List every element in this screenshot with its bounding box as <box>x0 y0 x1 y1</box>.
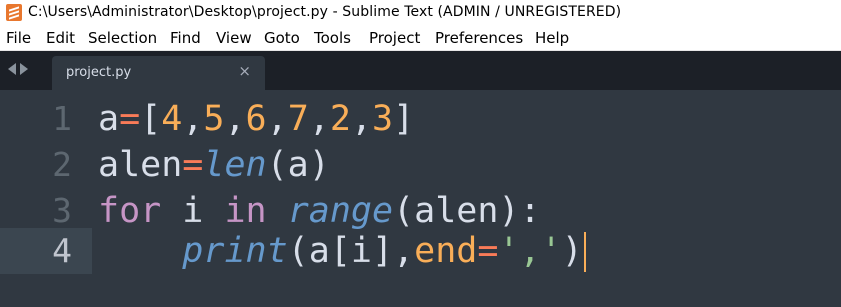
sublime-text-logo-icon <box>6 4 22 21</box>
menu-goto[interactable]: Goto <box>264 29 300 47</box>
tab-scroll-left-icon[interactable] <box>8 63 16 75</box>
tab-bar: project.py × <box>0 51 841 90</box>
menu-find[interactable]: Find <box>170 29 201 47</box>
title-bar: C:\Users\Administrator\Desktop\project.p… <box>0 0 841 26</box>
code-text: a=[4,5,6,7,2,3] <box>98 99 415 139</box>
code-text: print(a[i],end=',') <box>98 228 586 274</box>
menu-tools[interactable]: Tools <box>314 29 351 47</box>
menu-bar: File Edit Selection Find View Goto Tools… <box>0 26 841 51</box>
tab-scroll-right-icon[interactable] <box>20 63 28 75</box>
window-title: C:\Users\Administrator\Desktop\project.p… <box>28 4 622 20</box>
line-number: 4 <box>52 231 72 270</box>
menu-help[interactable]: Help <box>535 29 569 47</box>
menu-file[interactable]: File <box>6 29 31 47</box>
close-icon[interactable]: × <box>238 62 251 80</box>
code-line-current: 4 print(a[i],end=',') <box>0 228 841 274</box>
menu-view[interactable]: View <box>216 29 252 47</box>
line-number: 1 <box>52 99 72 138</box>
menu-preferences[interactable]: Preferences <box>435 29 523 47</box>
code-line: 1 a=[4,5,6,7,2,3] <box>0 96 841 142</box>
line-number: 2 <box>52 145 72 184</box>
code-line: 2 alen=len(a) <box>0 142 841 188</box>
tab-project-py[interactable]: project.py × <box>52 56 265 90</box>
code-text: alen=len(a) <box>98 145 330 185</box>
text-cursor <box>583 232 586 272</box>
menu-edit[interactable]: Edit <box>46 29 75 47</box>
code-editor[interactable]: 1 a=[4,5,6,7,2,3] 2 alen=len(a) 3 for i … <box>0 90 841 307</box>
menu-project[interactable]: Project <box>369 29 420 47</box>
tab-label: project.py <box>66 65 132 80</box>
tab-navigation <box>8 63 28 75</box>
menu-selection[interactable]: Selection <box>88 29 157 47</box>
